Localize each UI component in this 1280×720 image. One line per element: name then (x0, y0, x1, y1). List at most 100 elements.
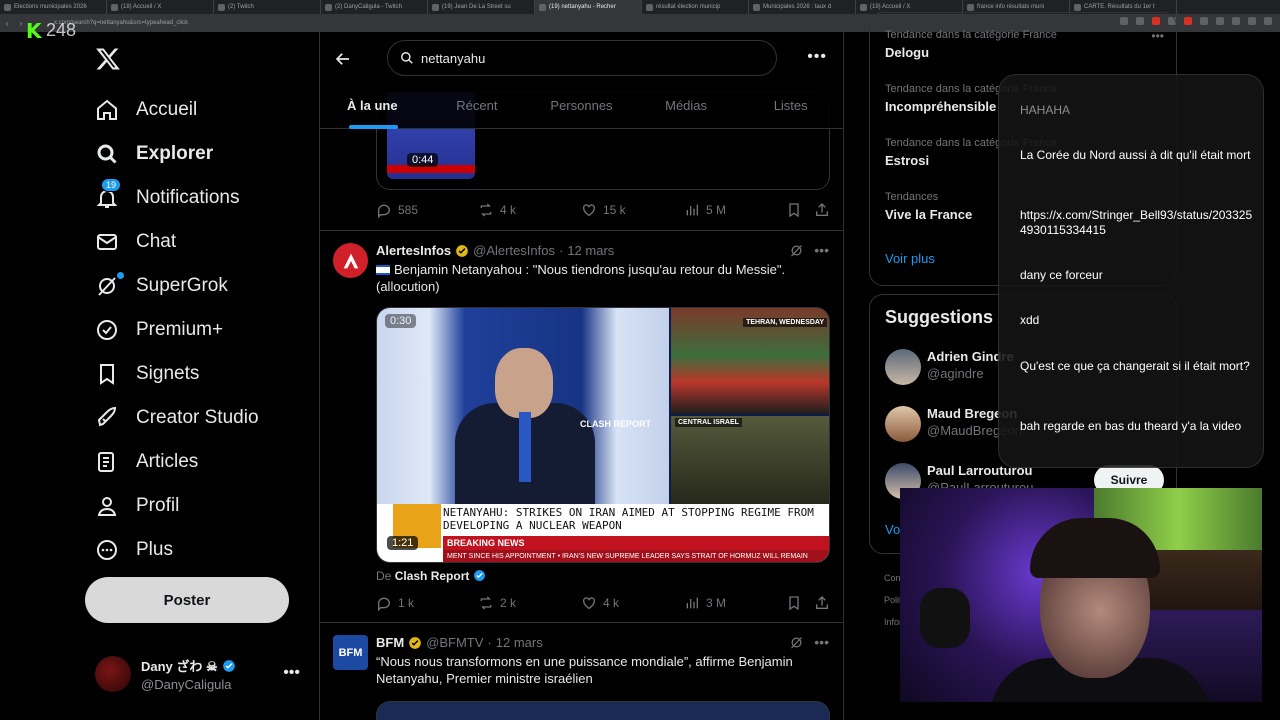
tweet-bfmtv[interactable]: BFM BFM @BFMTV · 12 mars ••• “Nous nous … (320, 622, 843, 720)
nav-item-chat[interactable]: Chat (93, 220, 313, 264)
chat-message: xdd (1020, 313, 1040, 327)
extension-icon[interactable] (1200, 17, 1208, 25)
nav-item-more[interactable]: Plus (93, 528, 313, 572)
back-nav-icon[interactable]: ‹ (0, 19, 14, 28)
grok-icon[interactable] (789, 243, 804, 258)
search-icon (401, 52, 413, 64)
video-duration: 1:21 (387, 536, 419, 550)
trend-item[interactable]: Tendance dans la catégorie France Delogu (885, 29, 1057, 60)
tab-lists[interactable]: Listes (738, 92, 843, 129)
nav-label: Profil (136, 495, 180, 516)
browser-tab[interactable]: (19) Jean De La Street su (428, 0, 535, 14)
extension-icon[interactable] (1216, 17, 1224, 25)
tweet-media[interactable] (376, 701, 830, 720)
author-name[interactable]: BFM (376, 635, 404, 650)
nav-item-home[interactable]: Accueil (93, 88, 313, 132)
download-icon[interactable] (1232, 17, 1240, 25)
grok-icon[interactable] (789, 635, 804, 650)
reply-button[interactable]: 585 (376, 202, 418, 218)
tweet-alertesinfos[interactable]: AlertesInfos @AlertesInfos · 12 mars •••… (320, 230, 843, 622)
profile-icon[interactable] (1248, 17, 1256, 25)
avatar (95, 656, 131, 692)
back-arrow-icon[interactable] (334, 50, 352, 68)
nav-label: Articles (136, 451, 199, 472)
avatar[interactable]: BFM (333, 635, 368, 670)
bookmark-icon (789, 596, 799, 611)
extension-icon[interactable] (1184, 17, 1192, 25)
nav-item-premium[interactable]: Premium+ (93, 308, 313, 352)
author-name[interactable]: AlertesInfos (376, 243, 451, 258)
avatar[interactable] (333, 243, 368, 278)
browser-tab[interactable]: (18) Accueil / X (107, 0, 214, 14)
tab-media[interactable]: Médias (634, 92, 739, 129)
browser-tab[interactable]: (2) Twitch (214, 0, 321, 14)
nav-label: Premium+ (136, 319, 224, 340)
author-handle[interactable]: @BFMTV (426, 635, 483, 650)
show-more-trends-link[interactable]: Voir plus (885, 251, 935, 266)
more-dots-icon[interactable]: ••• (807, 48, 827, 66)
search-input[interactable]: nettanyahu (387, 40, 777, 76)
search-header: nettanyahu ••• À la une Récent Personnes… (320, 32, 843, 129)
israel-flag-icon (376, 265, 390, 275)
views-chart-icon (686, 204, 698, 216)
post-button[interactable]: Poster (85, 577, 289, 623)
reply-button[interactable]: 1 k (376, 595, 414, 611)
browser-tab[interactable]: Municipales 2026 : taux d (749, 0, 856, 14)
nav-item-explore[interactable]: Explorer (93, 132, 313, 176)
tweet-date[interactable]: 12 mars (496, 635, 543, 650)
like-button[interactable]: 4 k (581, 595, 619, 611)
account-switcher[interactable]: Dany ざわ ☠ @DanyCaligula ••• (95, 654, 310, 694)
author-handle[interactable]: @AlertesInfos (473, 243, 555, 258)
browser-tab[interactable]: (2) DanyCaligula - Twitch (321, 0, 428, 14)
browser-tab[interactable]: résultat élection municip (642, 0, 749, 14)
tweet-date[interactable]: 12 mars (567, 243, 614, 258)
source-name[interactable]: Clash Report (395, 569, 470, 583)
nav-item-creator-studio[interactable]: Creator Studio (93, 396, 313, 440)
browser-tab[interactable]: Elections municipales 2026 (0, 0, 107, 14)
repost-button[interactable]: 4 k (478, 202, 516, 218)
trend-title: Delogu (885, 45, 930, 60)
bookmark-button[interactable] (786, 202, 802, 218)
nav-label: Creator Studio (136, 407, 259, 428)
tweet-video[interactable]: 0:30 CLASH REPORT TEHRAN, WEDNESDAY CENT… (376, 307, 830, 563)
tweet-header-actions: ••• (789, 634, 829, 650)
chat-message: https://x.com/Stringer_Bell93/status/203… (1020, 208, 1253, 237)
news-chyron: NETANYAHU: STRIKES ON IRAN AIMED AT STOP… (377, 504, 829, 562)
tab-top[interactable]: À la une (320, 92, 425, 129)
mail-icon (93, 228, 121, 256)
from-label: De (376, 569, 392, 583)
browser-tab-label: Elections municipales 2026 (14, 4, 87, 10)
more-dots-icon[interactable]: ••• (1151, 29, 1164, 43)
avatar (885, 349, 921, 385)
breaking-news-bar: BREAKING NEWS (443, 536, 829, 550)
favicon-icon (539, 3, 546, 11)
more-dots-icon[interactable]: ••• (814, 242, 829, 258)
nav-item-articles[interactable]: Articles (93, 440, 313, 484)
verified-badge-icon (222, 659, 235, 672)
share-button[interactable] (814, 595, 830, 611)
share-button[interactable] (814, 202, 830, 218)
views-button[interactable]: 5 M (684, 202, 726, 218)
views-button[interactable]: 3 M (684, 595, 726, 611)
nav-item-notifications[interactable]: 19 Notifications (93, 176, 313, 220)
more-dots-icon[interactable]: ••• (283, 664, 300, 682)
rocket-icon (93, 404, 121, 432)
tab-people[interactable]: Personnes (529, 92, 634, 129)
like-button[interactable]: 15 k (581, 202, 626, 218)
nav-item-profile[interactable]: Profil (93, 484, 313, 528)
tab-latest[interactable]: Récent (425, 92, 530, 129)
browser-tab[interactable]: (19) nettanyahu - Recher (535, 0, 642, 14)
bookmark-button[interactable] (786, 595, 802, 611)
nav-item-bookmarks[interactable]: Signets (93, 352, 313, 396)
more-dots-icon[interactable]: ••• (814, 634, 829, 650)
home-icon (93, 96, 121, 124)
trend-item[interactable]: Tendances Vive la France (885, 191, 972, 222)
x-logo-icon[interactable] (95, 46, 121, 72)
video-watermark: CLASH REPORT (580, 419, 652, 429)
repost-button[interactable]: 2 k (478, 595, 516, 611)
bookmark-icon (789, 203, 799, 218)
nav-item-supergrok[interactable]: SuperGrok (93, 264, 313, 308)
reply-count: 585 (398, 203, 419, 217)
menu-icon[interactable] (1264, 17, 1272, 25)
chat-message: Qu'est ce que ça changerait si il était … (1020, 359, 1250, 373)
